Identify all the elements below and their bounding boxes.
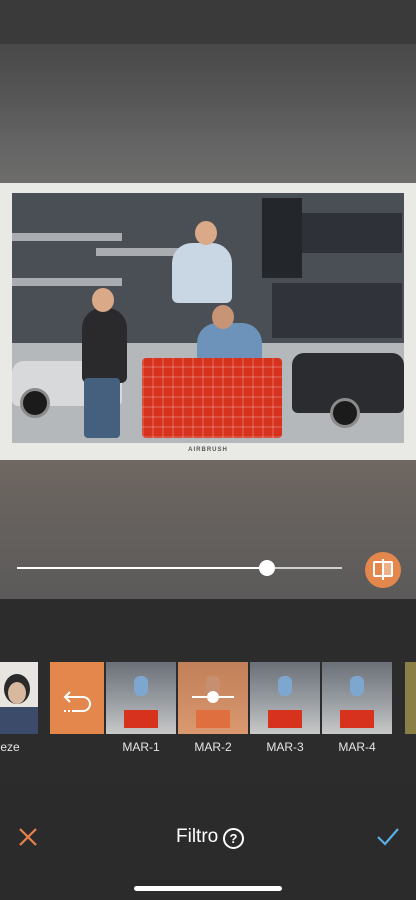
filter-label-mar-3: MAR-3 [266,740,304,754]
photo-preview[interactable]: AIRBRUSH [0,183,416,460]
filter-preview [322,662,392,734]
intensity-slider-icon [192,691,234,703]
filter-label-mar-1: MAR-1 [122,740,160,754]
filter-thumb-mar-2[interactable] [178,662,248,734]
filter-thumb-mar-3[interactable] [250,662,320,734]
filter-thumb-next[interactable] [405,662,416,734]
page-title: Filtro [176,826,219,847]
man-head [92,288,114,312]
boy-head [195,221,217,245]
intensity-slider-track[interactable] [275,567,342,569]
mini-figure [350,676,364,696]
filter-label-mar-2: MAR-2 [194,740,232,754]
photo-content [12,193,404,443]
window [262,198,302,278]
preview-blur [0,44,416,184]
portrait-shirt [0,707,38,734]
compare-button[interactable] [365,552,401,588]
undo-icon [63,691,91,712]
filter-thumb-mar-4[interactable] [322,662,392,734]
car-wheel [20,388,50,418]
girl-figure [197,323,262,363]
portrait-face [8,682,26,704]
checkmark-icon[interactable] [376,826,400,848]
watermark: AIRBRUSH [188,447,228,453]
filter-thumb-previous[interactable] [0,662,38,734]
close-icon[interactable] [17,826,39,848]
help-icon[interactable]: ? [223,828,244,849]
mini-figure [134,676,148,696]
shopping-cart [142,358,282,438]
mini-figure [278,676,292,696]
reset-filter-button[interactable] [50,662,104,734]
mini-cart [340,710,374,728]
compare-icon [373,559,393,580]
filter-thumb-mar-1[interactable] [106,662,176,734]
filter-label-mar-4: MAR-4 [338,740,376,754]
home-indicator [134,886,282,891]
car-wheel [330,398,360,428]
boy-figure [172,243,232,303]
filter-label-previous: eze [0,740,20,754]
man-jeans [84,378,120,438]
window [302,213,402,253]
mini-cart [124,710,158,728]
man-figure [82,308,127,383]
girl-head [212,305,234,329]
filter-preview [250,662,320,734]
intensity-slider-fill[interactable] [17,567,259,569]
balcony [12,278,122,286]
top-bar [0,0,416,44]
mini-cart [268,710,302,728]
filter-preview [106,662,176,734]
window [272,283,402,338]
intensity-slider-thumb[interactable] [259,560,275,576]
balcony [12,233,122,241]
